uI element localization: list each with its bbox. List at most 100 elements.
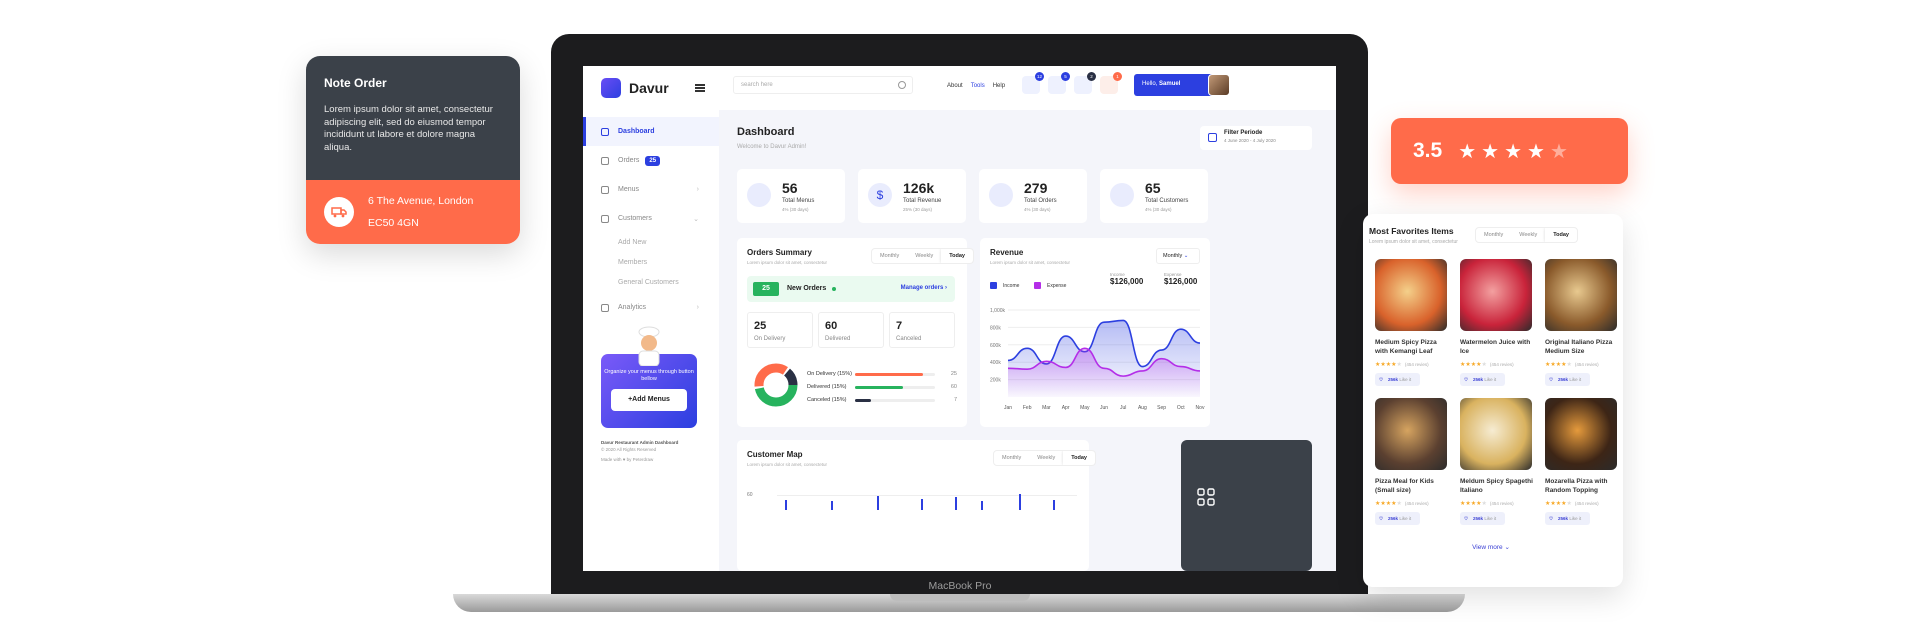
like-button[interactable]: ♡ 256k Like it [1375, 512, 1420, 525]
x-tick-label: Mar [1042, 405, 1051, 411]
map-bar [831, 501, 833, 510]
tab-monthly[interactable]: Monthly [994, 451, 1029, 465]
sidebar-sub-add-new[interactable]: Add New [583, 233, 719, 253]
like-button[interactable]: ♡ 256k Like it [1460, 373, 1505, 386]
like-count: 256k [1388, 516, 1399, 521]
heart-icon: ♡ [1379, 515, 1384, 521]
favorite-item[interactable]: Pizza Meal for Kids (Small size) ★★★★★ (45… [1375, 398, 1449, 525]
sidebar-item-label: Customers [618, 215, 652, 222]
x-tick-label: Aug [1138, 405, 1147, 411]
food-name: Meldum Spicy Spagethi Italiano [1460, 478, 1533, 494]
like-button[interactable]: ♡ 256k Like it [1460, 512, 1505, 525]
order-box-value: 25 [754, 320, 767, 332]
sidebar-item-dashboard[interactable]: Dashboard [583, 117, 719, 146]
like-button[interactable]: ♡ 256k Like it [1375, 373, 1420, 386]
link-about[interactable]: About [947, 83, 963, 89]
grid-line [777, 495, 1077, 496]
tab-today[interactable]: Today [941, 249, 973, 263]
calendar-icon [1208, 133, 1217, 142]
x-tick-label: Jan [1004, 405, 1012, 411]
rating-card: 3.5 ★ ★ ★ ★ ★ [1391, 118, 1628, 184]
like-label: Like it [1484, 377, 1497, 382]
food-image [1460, 398, 1532, 470]
bell-icon[interactable]: 12 [1022, 72, 1044, 94]
gear-icon[interactable]: 1 [1100, 72, 1122, 94]
chat-icon[interactable]: 5 [1048, 72, 1070, 94]
bar-delivered: Delivered (15%) 60 [807, 384, 957, 392]
order-box-label: Delivered [825, 336, 851, 342]
food-reviews: (454 revies) [1404, 362, 1429, 367]
sidebar-item-analytics[interactable]: Analytics › [583, 293, 719, 322]
legend-expense: Expense [1034, 282, 1066, 289]
like-label: Like it [1484, 516, 1497, 521]
tab-weekly[interactable]: Weekly [1511, 228, 1545, 242]
sidebar-sub-members[interactable]: Members [583, 253, 719, 273]
like-count: 256k [1558, 516, 1569, 521]
manage-orders-link[interactable]: Manage orders › [901, 285, 947, 291]
stat-value: 279 [1024, 180, 1048, 196]
home-icon [601, 127, 609, 136]
search-input[interactable]: search here [733, 76, 913, 94]
avatar[interactable] [1208, 74, 1230, 96]
expense-value: $126,000 [1164, 277, 1198, 286]
stat-trend: 4% (30 days) [1145, 207, 1172, 212]
bar-canceled: Canceled (15%) 7 [807, 397, 957, 405]
revenue-period-dropdown[interactable]: Monthly ⌄ [1156, 248, 1200, 264]
stat-trend: 4% (30 days) [782, 207, 809, 212]
favorite-item[interactable]: Original Italiano Pizza Medium Size ★★★★★… [1545, 259, 1619, 386]
like-label: Like it [1399, 516, 1412, 521]
star-empty-icon: ★ [1549, 140, 1568, 163]
favorite-item[interactable]: Medium Spicy Pizza with Kemangi Leaf ★★★★… [1375, 259, 1449, 386]
bar-track [855, 399, 935, 402]
food-rating: ★★★★★ (454 revies) [1545, 362, 1599, 368]
address-line1: 6 The Avenue, London [368, 195, 474, 207]
favorite-item[interactable]: Meldum Spicy Spagethi Italiano ★★★★★ (454 … [1460, 398, 1534, 525]
notification-count: 12 [1035, 72, 1044, 81]
revenue-panel: Revenue Lorem ipsum dolor sit amet, cons… [980, 238, 1210, 427]
map-bar [955, 497, 957, 510]
tab-monthly[interactable]: Monthly [872, 249, 907, 263]
tab-today[interactable]: Today [1063, 451, 1095, 465]
filter-period-dropdown[interactable]: Filter Periode 4 June 2020 - 4 July 2020 [1200, 126, 1312, 150]
sidebar-item-menus[interactable]: Menus › [583, 175, 719, 204]
favorite-item[interactable]: Mozarella Pizza with Random Topping ★★★★★… [1545, 398, 1619, 525]
dollar-icon: $ [868, 183, 892, 207]
gift-count: 2 [1087, 72, 1096, 81]
footer-copyright: © 2020 All Rights Reserved [601, 446, 657, 452]
gift-icon[interactable]: 2 [1074, 72, 1096, 94]
food-reviews: (454 revies) [1404, 501, 1429, 506]
sidebar: Davur Dashboard Orders 25 Menus › Customer… [583, 66, 719, 571]
food-reviews: (454 revies) [1574, 362, 1599, 367]
link-help[interactable]: Help [993, 83, 1005, 89]
tab-weekly[interactable]: Weekly [907, 249, 941, 263]
sidebar-sub-general-customers[interactable]: General Customers [583, 273, 719, 293]
sidebar-menu: Dashboard Orders 25 Menus › Customers ⌄ Add… [583, 117, 719, 322]
hamburger-menu-icon[interactable] [694, 84, 705, 92]
like-button[interactable]: ♡ 256k Like it [1545, 373, 1590, 386]
customers-icon [601, 214, 609, 223]
tab-weekly[interactable]: Weekly [1029, 451, 1063, 465]
new-orders-count: 25 [753, 282, 779, 296]
x-tick-label: Apr [1062, 405, 1070, 411]
bar-count: 25 [950, 371, 957, 377]
like-button[interactable]: ♡ 256k Like it [1545, 512, 1590, 525]
add-menus-button[interactable]: +Add Menus [611, 389, 687, 411]
truck-icon [324, 197, 354, 227]
sidebar-item-orders[interactable]: Orders 25 [583, 146, 719, 175]
like-count: 256k [1473, 377, 1484, 382]
dark-promo-card [1181, 440, 1312, 571]
tab-monthly[interactable]: Monthly [1476, 228, 1511, 242]
customer-map-panel: Customer Map Lorem ipsum dolor sit amet,… [737, 440, 1096, 571]
bar-label: Canceled (15%) [807, 397, 847, 403]
stat-label: Total Customers [1145, 198, 1189, 204]
sidebar-item-label: Orders [618, 157, 640, 164]
food-name: Pizza Meal for Kids (Small size) [1375, 478, 1434, 494]
link-tools[interactable]: Tools [971, 83, 985, 89]
sidebar-item-label: Menus [618, 186, 640, 193]
bar-label: On Delivery (15%) [807, 371, 852, 377]
map-bar [877, 496, 879, 510]
favorite-item[interactable]: Watermelon Juice with Ice ★★★★★ (454 revie… [1460, 259, 1534, 386]
tab-today[interactable]: Today [1545, 228, 1577, 242]
view-more-link[interactable]: View more ⌄ [1369, 543, 1613, 551]
sidebar-item-customers[interactable]: Customers ⌄ [583, 204, 719, 233]
